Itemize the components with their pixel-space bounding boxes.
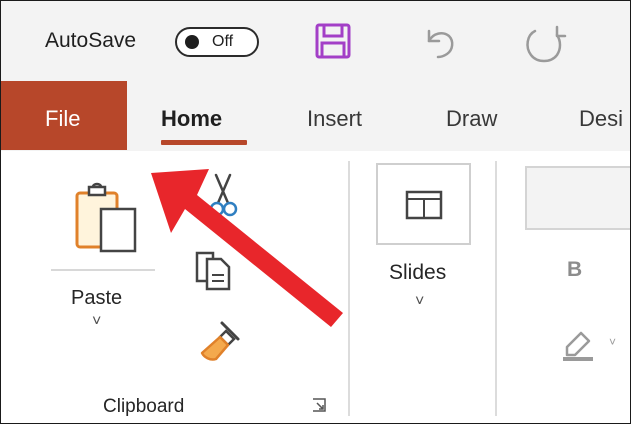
tab-draw[interactable]: Draw — [446, 106, 497, 132]
copy-dropdown-chevron[interactable]: ˅ — [275, 263, 283, 279]
bold-button[interactable]: B — [567, 258, 582, 282]
tab-design[interactable]: Desi — [579, 106, 623, 132]
slides-group-label[interactable]: Slides — [389, 261, 446, 285]
clipboard-group-label: Clipboard — [103, 396, 185, 417]
paste-label[interactable]: Paste — [71, 287, 122, 310]
highlight-dropdown-chevron[interactable]: ˅ — [609, 335, 616, 349]
tab-file[interactable]: File — [1, 81, 127, 150]
app-window: AutoSave Off File Home Insert Draw Desi — [0, 0, 631, 424]
paste-dropdown-chevron[interactable]: ˅ — [92, 313, 101, 331]
group-divider — [495, 161, 497, 416]
autosave-toggle[interactable]: Off — [175, 27, 259, 57]
active-tab-indicator — [161, 140, 247, 145]
redo-icon[interactable] — [521, 23, 569, 67]
layout-icon — [405, 190, 443, 220]
font-name-box[interactable] — [525, 166, 630, 230]
slides-dropdown-chevron[interactable]: ˅ — [415, 293, 424, 311]
scissors-icon[interactable] — [206, 173, 240, 219]
format-painter-icon[interactable] — [198, 319, 244, 363]
tab-insert[interactable]: Insert — [307, 106, 362, 132]
clipboard-paste-icon[interactable] — [73, 181, 139, 253]
tab-home[interactable]: Home — [161, 106, 222, 132]
autosave-label: AutoSave — [45, 29, 137, 52]
dialog-launcher-icon[interactable] — [311, 397, 327, 413]
paste-separator — [51, 269, 155, 271]
highlighter-icon[interactable] — [561, 329, 597, 363]
save-icon[interactable] — [313, 21, 353, 61]
undo-icon[interactable] — [421, 23, 461, 63]
layout-button[interactable] — [376, 163, 471, 245]
autosave-state: Off — [212, 33, 234, 50]
copy-icon[interactable] — [193, 249, 233, 291]
group-divider — [348, 161, 350, 416]
toggle-knob — [185, 35, 199, 49]
